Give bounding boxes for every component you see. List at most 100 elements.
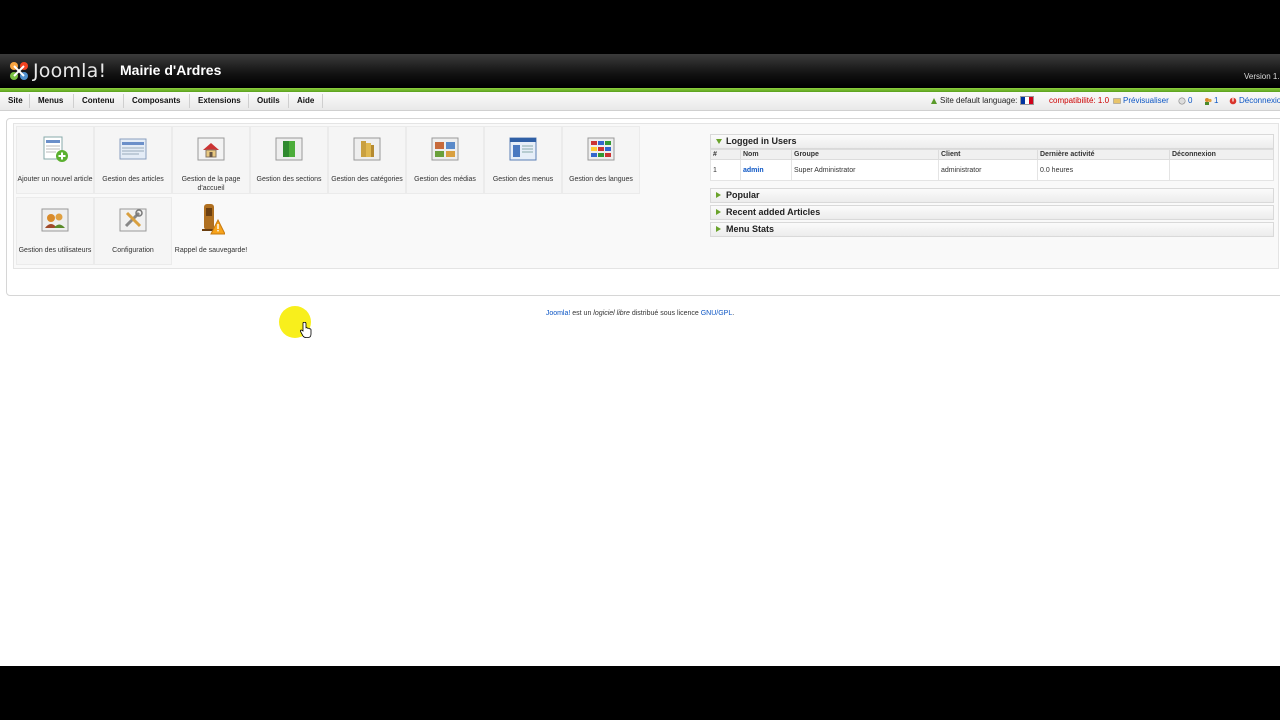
panel-menu-stats[interactable]: Menu Stats (710, 222, 1274, 237)
joomla-link[interactable]: Joomla! (546, 310, 571, 317)
joomla-logo-icon (8, 60, 30, 82)
table-row: 1 admin Super Administrator administrato… (710, 159, 1274, 181)
cell-last-activity: 0.0 heures (1037, 159, 1170, 181)
top-menubar: Site Menus Contenu Composants Extensions… (0, 92, 1280, 111)
menu-site[interactable]: Site (8, 96, 23, 105)
site-language-status: Site default language: (930, 96, 1035, 105)
cpanel-label: Gestion des langues (569, 176, 633, 183)
expand-arrow-icon (716, 209, 721, 215)
menu-separator (288, 94, 289, 108)
menu-aide[interactable]: Aide (297, 96, 314, 105)
expand-arrow-icon (716, 192, 721, 198)
online-users-status[interactable]: 1 (1204, 96, 1218, 105)
cpanel-label: Gestion de la page d'accueil (181, 176, 241, 192)
languages-icon (587, 135, 615, 163)
cpanel-config[interactable]: Configuration (94, 197, 172, 265)
cpanel-label: Gestion des articles (102, 176, 164, 183)
preview-label: Prévisualiser (1123, 96, 1169, 105)
online-users-count: 1 (1214, 96, 1219, 105)
media-icon (431, 135, 459, 163)
cell-number: 1 (710, 159, 741, 181)
menu-separator (73, 94, 74, 108)
french-flag-icon (1020, 96, 1035, 105)
cpanel-articles[interactable]: Gestion des articles (94, 126, 172, 194)
joomla-logo[interactable]: Joomla! (8, 59, 106, 83)
menu-composants[interactable]: Composants (132, 96, 180, 105)
sections-icon (275, 135, 303, 163)
categories-icon (353, 135, 381, 163)
panel-title: Recent added Articles (726, 207, 821, 217)
language-icon (930, 97, 938, 105)
messages-status[interactable]: 0 (1178, 96, 1192, 105)
menu-menus[interactable]: Menus (38, 96, 63, 105)
menu-separator (189, 94, 190, 108)
footer-text: est un (570, 310, 594, 317)
messages-count: 0 (1188, 96, 1193, 105)
col-group: Groupe (791, 149, 939, 160)
cell-client: administrator (938, 159, 1038, 181)
cell-logout[interactable] (1169, 159, 1274, 181)
site-title: Mairie d'Ardres (120, 62, 222, 78)
site-language-label: Site default language: (940, 96, 1018, 105)
menu-contenu[interactable]: Contenu (82, 96, 114, 105)
cpanel-backup-reminder[interactable]: Rappel de sauvegarde! (172, 197, 250, 265)
preview-icon (1113, 97, 1121, 105)
admin-page: Joomla! Mairie d'Ardres Version 1.5 Site… (0, 54, 1280, 666)
col-client: Client (938, 149, 1038, 160)
footer-free-software: logiciel libre (593, 310, 630, 317)
cpanel-languages[interactable]: Gestion des langues (562, 126, 640, 194)
cell-user-link[interactable]: admin (740, 159, 792, 181)
collapse-arrow-icon (716, 139, 722, 144)
users-icon (41, 206, 69, 234)
frontpage-icon (197, 135, 225, 163)
cpanel-sections[interactable]: Gestion des sections (250, 126, 328, 194)
preview-link[interactable]: Prévisualiser (1113, 96, 1169, 105)
letterbox-bottom (0, 666, 1280, 720)
admin-header: Joomla! Mairie d'Ardres Version 1.5 (0, 54, 1280, 92)
col-name: Nom (740, 149, 792, 160)
panel-recent-articles[interactable]: Recent added Articles (710, 205, 1274, 220)
logout-icon (1229, 97, 1237, 105)
menu-separator (123, 94, 124, 108)
cpanel-categories[interactable]: Gestion des catégories (328, 126, 406, 194)
page-footer: Joomla! est un logiciel libre distribué … (0, 310, 1280, 317)
cpanel-label: Rappel de sauvegarde! (174, 247, 248, 254)
cpanel-label: Ajouter un nouvel article (17, 176, 93, 183)
cpanel-label: Gestion des catégories (331, 176, 403, 183)
menu-extensions[interactable]: Extensions (198, 96, 241, 105)
logo-wordmark: Joomla! (33, 60, 107, 82)
add-article-icon (41, 135, 69, 163)
footer-text: . (732, 310, 735, 317)
cpanel-media[interactable]: Gestion des médias (406, 126, 484, 194)
config-icon (119, 206, 147, 234)
panel-title: Popular (726, 190, 760, 200)
logout-link[interactable]: Déconnexion (1229, 96, 1280, 105)
menus-icon (509, 135, 537, 163)
cpanel-users[interactable]: Gestion des utilisateurs (16, 197, 94, 265)
license-link[interactable]: GNU/GPL (701, 310, 733, 317)
table-header-row: # Nom Groupe Client Dernière activité Dé… (710, 149, 1274, 160)
logged-users-table: # Nom Groupe Client Dernière activité Dé… (710, 149, 1274, 181)
users-online-icon (1204, 97, 1212, 105)
footer-text: distribué sous licence (629, 310, 701, 317)
menu-separator (248, 94, 249, 108)
logout-label: Déconnexion (1239, 96, 1280, 105)
col-number: # (710, 149, 741, 160)
backup-reminder-icon (197, 202, 226, 236)
cpanel-label: Gestion des menus (492, 176, 554, 183)
articles-icon (119, 135, 147, 163)
menu-outils[interactable]: Outils (257, 96, 280, 105)
cpanel-frontpage[interactable]: Gestion de la page d'accueil (172, 126, 250, 194)
cpanel-menus[interactable]: Gestion des menus (484, 126, 562, 194)
hand-cursor-icon (299, 321, 312, 338)
compat-status: compatibilité: 1.0 (1049, 96, 1110, 105)
expand-arrow-icon (716, 226, 721, 232)
panel-title: Menu Stats (726, 224, 775, 234)
panel-title: Logged in Users (726, 136, 797, 146)
panel-popular[interactable]: Popular (710, 188, 1274, 203)
cpanel-add-article[interactable]: Ajouter un nouvel article (16, 126, 94, 194)
panel-logged-in-users[interactable]: Logged in Users (710, 134, 1274, 149)
menu-separator (29, 94, 30, 108)
cpanel-label: Gestion des médias (414, 176, 476, 183)
cell-group: Super Administrator (791, 159, 939, 181)
